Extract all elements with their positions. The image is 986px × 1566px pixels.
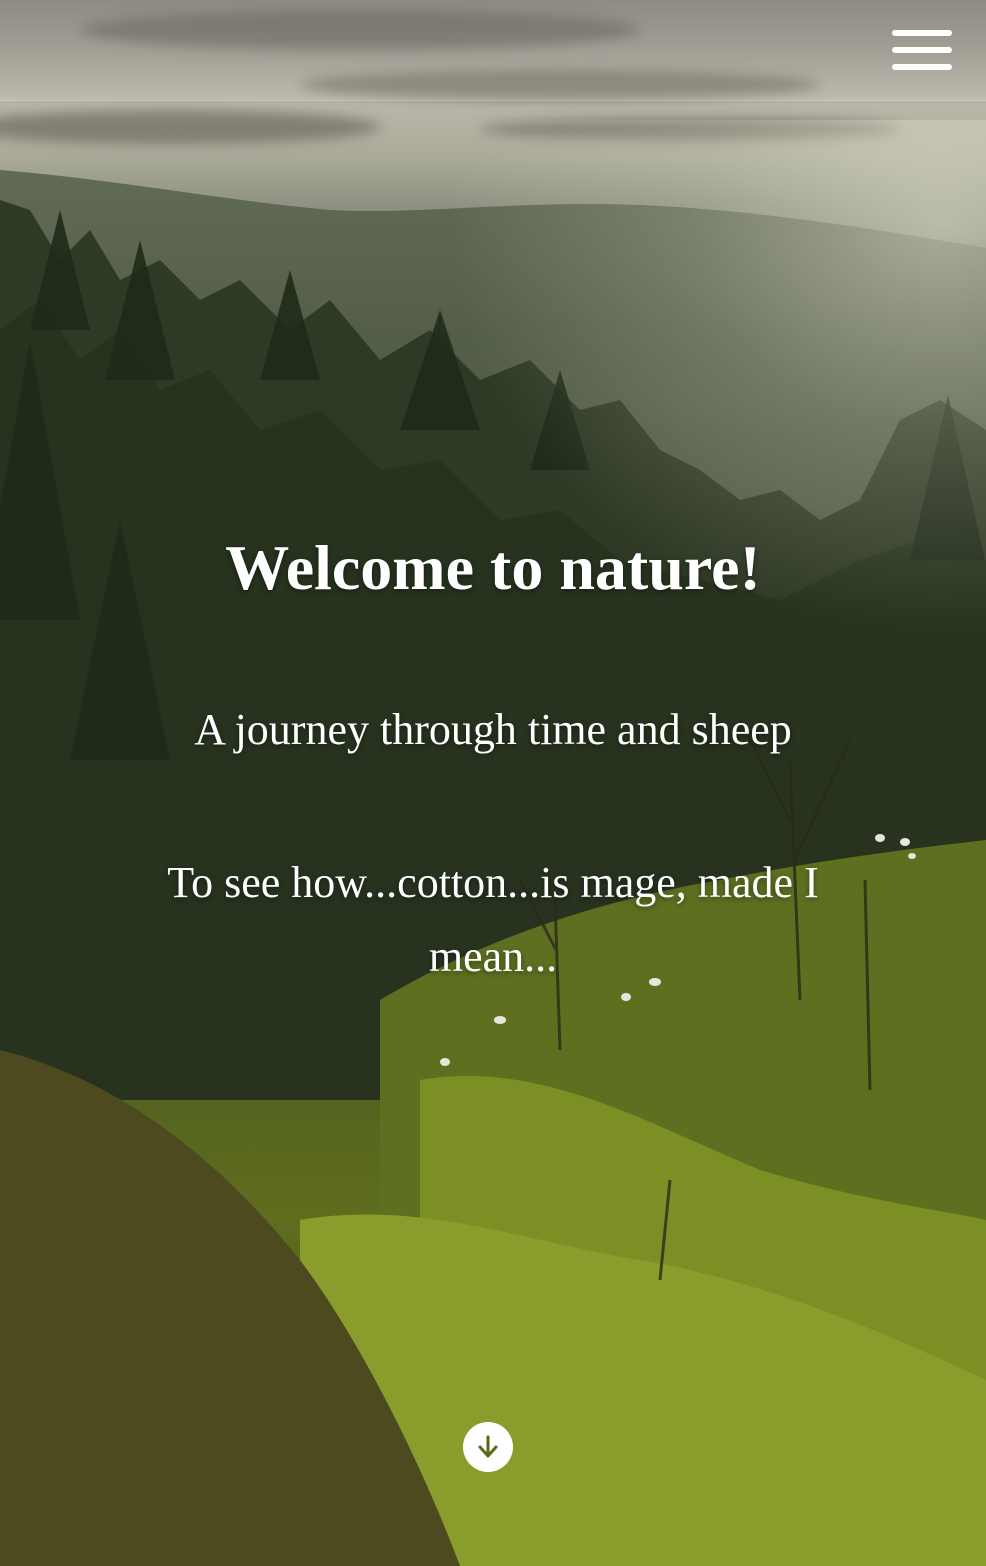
hero-tagline: To see how...cotton...is mage, made I me… (167, 858, 819, 981)
hamburger-menu-icon[interactable] (892, 30, 952, 72)
menu-bar-line (892, 30, 952, 36)
scroll-down-button[interactable] (463, 1422, 513, 1472)
menu-bar-line (892, 64, 952, 70)
hero-subtitle: A journey through time and sheep (194, 705, 792, 754)
hero-section: Welcome to nature! A journey through tim… (0, 0, 986, 1566)
page-title: Welcome to nature! (225, 532, 761, 603)
hero-content: Welcome to nature! A journey through tim… (0, 520, 986, 994)
top-navigation-bar (0, 0, 986, 101)
arrow-down-circle-icon (478, 1435, 498, 1458)
menu-bar-line (892, 47, 952, 53)
